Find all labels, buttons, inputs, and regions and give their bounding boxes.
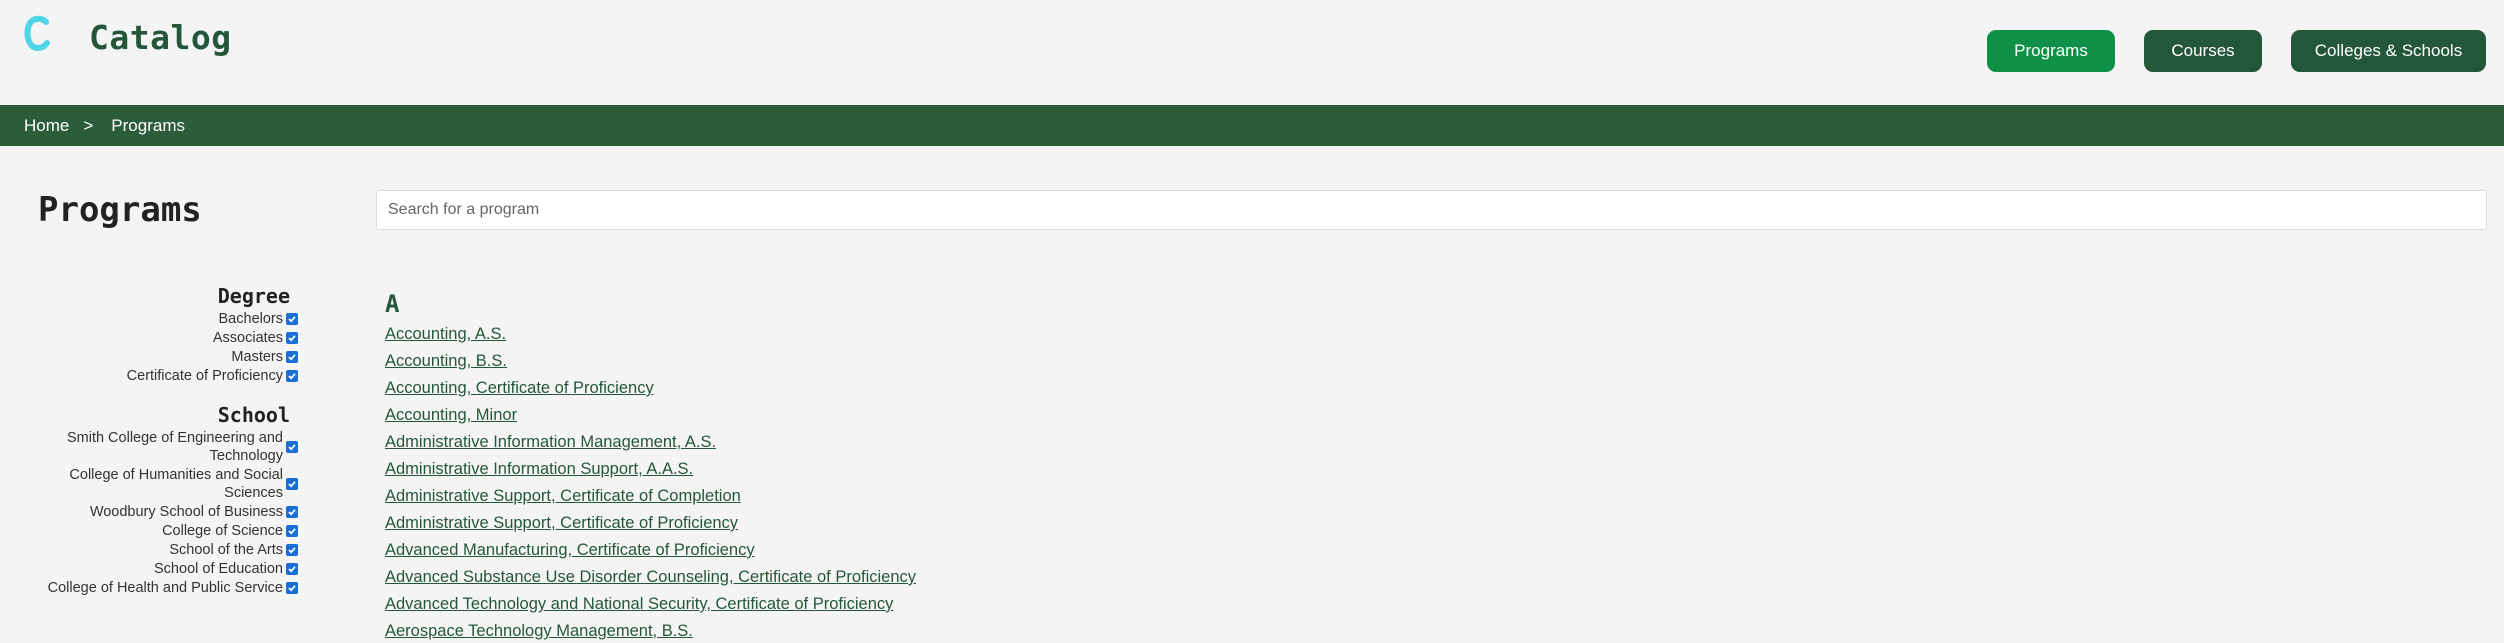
school-filter-engineering[interactable]: Smith College of Engineering and Technol… [30, 429, 298, 465]
list-item: Accounting, A.S. [385, 325, 916, 352]
checkbox-checked[interactable] [286, 351, 298, 363]
program-link[interactable]: Aerospace Technology Management, B.S. [385, 622, 693, 640]
degree-filter-associates[interactable]: Associates [30, 329, 298, 347]
filter-label: College of Health and Public Service [47, 580, 283, 596]
checkbox-checked[interactable] [286, 441, 298, 453]
program-link[interactable]: Accounting, Minor [385, 406, 517, 424]
degree-filter-masters[interactable]: Masters [30, 348, 298, 366]
filter-label: Bachelors [218, 311, 283, 327]
breadcrumb-separator: > [83, 115, 94, 135]
checkbox-checked[interactable] [286, 332, 298, 344]
filter-label: Woodbury School of Business [89, 504, 283, 520]
filter-label: Smith College of Engineering and Technol… [66, 430, 283, 464]
school-filter-group: School Smith College of Engineering and … [30, 403, 298, 597]
filter-label: School of Education [154, 561, 283, 577]
filter-label: Masters [231, 349, 283, 365]
catalog-c-logo-icon[interactable] [22, 14, 52, 54]
filter-label: Associates [212, 330, 283, 346]
program-link[interactable]: Administrative Information Support, A.A.… [385, 460, 693, 478]
site-title[interactable]: Catalog [89, 18, 232, 57]
program-link[interactable]: Accounting, B.S. [385, 352, 507, 370]
list-item: Administrative Information Management, A… [385, 433, 916, 460]
degree-filter-bachelors[interactable]: Bachelors [30, 310, 298, 328]
filter-panel: Degree Bachelors Associates Masters Cert… [30, 284, 298, 615]
school-filter-science[interactable]: College of Science [30, 522, 298, 540]
list-item: Accounting, B.S. [385, 352, 916, 379]
program-link[interactable]: Accounting, Certificate of Proficiency [385, 379, 654, 397]
filter-label: School of the Arts [169, 542, 283, 558]
page-title: Programs [38, 190, 202, 230]
breadcrumb-current: Programs [111, 115, 185, 135]
site-header: Catalog Programs Courses Colleges & Scho… [0, 0, 2504, 105]
filter-label: College of Humanities and Social Science… [69, 467, 283, 501]
checkbox-checked[interactable] [286, 478, 298, 490]
list-item: Administrative Support, Certificate of P… [385, 514, 916, 541]
checkbox-checked[interactable] [286, 506, 298, 518]
list-item: Administrative Support, Certificate of C… [385, 487, 916, 514]
filter-label: College of Science [162, 523, 283, 539]
breadcrumb: Home > Programs [0, 105, 2504, 146]
search-input[interactable] [376, 190, 2487, 230]
school-filter-heading: School [217, 403, 290, 427]
list-item: Accounting, Certificate of Proficiency [385, 379, 916, 406]
program-link[interactable]: Administrative Support, Certificate of C… [385, 487, 741, 505]
program-link[interactable]: Advanced Substance Use Disorder Counseli… [385, 568, 916, 586]
checkbox-checked[interactable] [286, 525, 298, 537]
nav-courses-button[interactable]: Courses [2144, 30, 2262, 72]
program-list: Accounting, A.S. Accounting, B.S. Accoun… [385, 325, 916, 643]
program-link[interactable]: Administrative Information Management, A… [385, 433, 716, 451]
degree-filter-heading: Degree [217, 284, 290, 308]
school-filter-health[interactable]: College of Health and Public Service [30, 579, 298, 597]
checkbox-checked[interactable] [286, 563, 298, 575]
checkbox-checked[interactable] [286, 582, 298, 594]
letter-heading-a: A [385, 290, 400, 318]
list-item: Advanced Manufacturing, Certificate of P… [385, 541, 916, 568]
nav-colleges-schools-button[interactable]: Colleges & Schools [2291, 30, 2486, 72]
list-item: Advanced Substance Use Disorder Counseli… [385, 568, 916, 595]
school-filter-humanities[interactable]: College of Humanities and Social Science… [30, 466, 298, 502]
list-item: Advanced Technology and National Securit… [385, 595, 916, 622]
program-link[interactable]: Advanced Technology and National Securit… [385, 595, 893, 613]
program-link[interactable]: Administrative Support, Certificate of P… [385, 514, 738, 532]
degree-filter-group: Degree Bachelors Associates Masters Cert… [30, 284, 298, 385]
school-filter-business[interactable]: Woodbury School of Business [30, 503, 298, 521]
degree-filter-certificate[interactable]: Certificate of Proficiency [30, 367, 298, 385]
checkbox-checked[interactable] [286, 313, 298, 325]
checkbox-checked[interactable] [286, 370, 298, 382]
list-item: Aerospace Technology Management, B.S. [385, 622, 916, 643]
list-item: Accounting, Minor [385, 406, 916, 433]
school-filter-education[interactable]: School of Education [30, 560, 298, 578]
breadcrumb-home-link[interactable]: Home [24, 116, 69, 136]
program-link[interactable]: Advanced Manufacturing, Certificate of P… [385, 541, 755, 559]
school-filter-arts[interactable]: School of the Arts [30, 541, 298, 559]
checkbox-checked[interactable] [286, 544, 298, 556]
filter-label: Certificate of Proficiency [126, 368, 283, 384]
nav-programs-button[interactable]: Programs [1987, 30, 2115, 72]
list-item: Administrative Information Support, A.A.… [385, 460, 916, 487]
program-link[interactable]: Accounting, A.S. [385, 325, 506, 343]
